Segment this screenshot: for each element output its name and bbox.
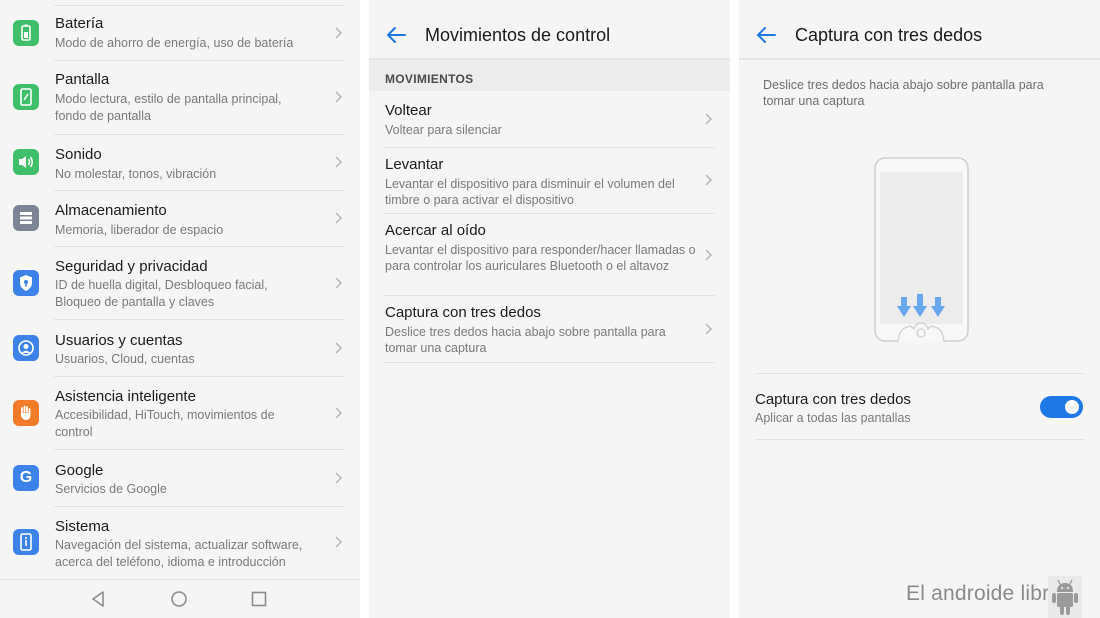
watermark-text: El androide libre xyxy=(906,582,1062,605)
settings-item-title: Almacenamiento xyxy=(55,202,167,219)
section-label: MOVIMIENTOS xyxy=(385,72,474,86)
page-title: Movimientos de control xyxy=(425,25,611,45)
storage-icon xyxy=(13,205,39,231)
motion-item-three-finger-screenshot[interactable]: Captura con tres dedos Deslice tres dedo… xyxy=(369,296,730,363)
chevron-right-icon xyxy=(335,277,343,289)
hand-icon xyxy=(13,400,39,426)
settings-item-title: Pantalla xyxy=(55,71,110,88)
motion-item-subtitle: Levantar el dispositivo para responder/h… xyxy=(385,243,696,273)
user-icon xyxy=(13,335,39,361)
settings-panel: Batería Modo de ahorro de energía, uso d… xyxy=(0,0,360,618)
settings-item-subtitle: Usuarios, Cloud, cuentas xyxy=(55,352,195,366)
battery-icon xyxy=(13,20,39,46)
chevron-right-icon xyxy=(335,407,343,419)
back-arrow-icon[interactable] xyxy=(755,24,777,46)
app-bar: Captura con tres dedos xyxy=(739,0,1100,58)
settings-item-subtitle: Servicios de Google xyxy=(55,482,167,496)
page-title: Captura con tres dedos xyxy=(795,25,983,45)
three-finger-swipe-illustration xyxy=(874,157,969,343)
motion-item-subtitle: Levantar el dispositivo para disminuir e… xyxy=(385,177,675,207)
settings-item-title: Usuarios y cuentas xyxy=(55,332,183,349)
display-icon xyxy=(13,84,39,110)
settings-item-subtitle: Memoria, liberador de espacio xyxy=(55,223,224,237)
settings-item-subtitle: ID de huella digital, Desbloqueo facial,… xyxy=(55,278,268,309)
chevron-right-icon xyxy=(335,91,343,103)
divider xyxy=(755,439,1085,440)
settings-item-subtitle: Modo lectura, estilo de pantalla princip… xyxy=(55,92,282,123)
section-header: MOVIMIENTOS xyxy=(369,60,730,91)
back-arrow-icon[interactable] xyxy=(385,24,407,46)
nav-back-icon[interactable] xyxy=(88,588,110,610)
divider xyxy=(739,58,1100,60)
nav-recents-icon[interactable] xyxy=(248,588,270,610)
motion-item-subtitle: Deslice tres dedos hacia abajo sobre pan… xyxy=(385,325,666,355)
motion-item-title: Voltear xyxy=(385,102,432,119)
motion-item-subtitle: Voltear para silenciar xyxy=(385,123,502,137)
settings-item-subtitle: Modo de ahorro de energía, uso de baterí… xyxy=(55,36,294,50)
feature-description: Deslice tres dedos hacia abajo sobre pan… xyxy=(763,78,1044,108)
android-robot-icon xyxy=(1048,576,1082,618)
toggle-knob xyxy=(1065,400,1079,414)
settings-item-battery[interactable]: Batería Modo de ahorro de energía, uso d… xyxy=(0,0,360,61)
motion-item-title: Levantar xyxy=(385,156,444,173)
divider xyxy=(383,362,715,363)
motion-item-raise-to-ear[interactable]: Acercar al oído Levantar el dispositivo … xyxy=(369,214,730,296)
info-phone-icon xyxy=(13,529,39,555)
motion-item-raise[interactable]: Levantar Levantar el dispositivo para di… xyxy=(369,148,730,214)
divider xyxy=(755,373,1085,374)
settings-item-title: Batería xyxy=(55,15,104,32)
settings-item-display[interactable]: Pantalla Modo lectura, estilo de pantall… xyxy=(0,61,360,135)
chevron-right-icon xyxy=(335,156,343,168)
chevron-right-icon xyxy=(705,323,713,335)
settings-item-system[interactable]: Sistema Navegación del sistema, actualiz… xyxy=(0,507,360,579)
motion-item-flip[interactable]: Voltear Voltear para silenciar xyxy=(369,91,730,148)
chevron-right-icon xyxy=(705,249,713,261)
settings-item-subtitle: Navegación del sistema, actualizar softw… xyxy=(55,538,303,569)
settings-item-smart-assistance[interactable]: Asistencia inteligente Accesibilidad, Hi… xyxy=(0,377,360,450)
settings-item-title: Google xyxy=(55,462,104,479)
chevron-right-icon xyxy=(705,174,713,186)
settings-item-users[interactable]: Usuarios y cuentas Usuarios, Cloud, cuen… xyxy=(0,320,360,377)
toggle-subtitle: Aplicar a todas las pantallas xyxy=(755,411,911,425)
google-icon: G xyxy=(13,465,39,491)
settings-item-sound[interactable]: Sonido No molestar, tonos, vibración xyxy=(0,135,360,191)
chevron-right-icon xyxy=(335,27,343,39)
toggle-title: Captura con tres dedos xyxy=(755,391,911,408)
control-motions-panel: Movimientos de control MOVIMIENTOS Volte… xyxy=(369,0,730,618)
motion-item-title: Captura con tres dedos xyxy=(385,304,541,321)
sound-icon xyxy=(13,149,39,175)
settings-item-google[interactable]: G Google Servicios de Google xyxy=(0,450,360,507)
chevron-right-icon xyxy=(705,113,713,125)
chevron-right-icon xyxy=(335,536,343,548)
chevron-right-icon xyxy=(335,342,343,354)
motion-item-title: Acercar al oído xyxy=(385,222,486,239)
settings-item-subtitle: Accesibilidad, HiTouch, movimientos de c… xyxy=(55,408,275,439)
nav-home-icon[interactable] xyxy=(168,588,190,610)
settings-item-title: Sistema xyxy=(55,518,110,535)
settings-item-subtitle: No molestar, tonos, vibración xyxy=(55,167,217,181)
navigation-bar xyxy=(0,579,360,618)
settings-item-storage[interactable]: Almacenamiento Memoria, liberador de esp… xyxy=(0,191,360,247)
app-bar: Movimientos de control xyxy=(369,0,730,58)
settings-item-title: Asistencia inteligente xyxy=(55,388,196,405)
chevron-right-icon xyxy=(335,212,343,224)
shield-icon xyxy=(13,270,39,296)
settings-item-security[interactable]: Seguridad y privacidad ID de huella digi… xyxy=(0,247,360,320)
settings-item-title: Sonido xyxy=(55,146,102,163)
settings-item-title: Seguridad y privacidad xyxy=(55,258,208,275)
three-finger-screenshot-panel: Captura con tres dedos Deslice tres dedo… xyxy=(739,0,1100,618)
chevron-right-icon xyxy=(335,472,343,484)
three-finger-screenshot-toggle[interactable] xyxy=(1040,396,1083,418)
